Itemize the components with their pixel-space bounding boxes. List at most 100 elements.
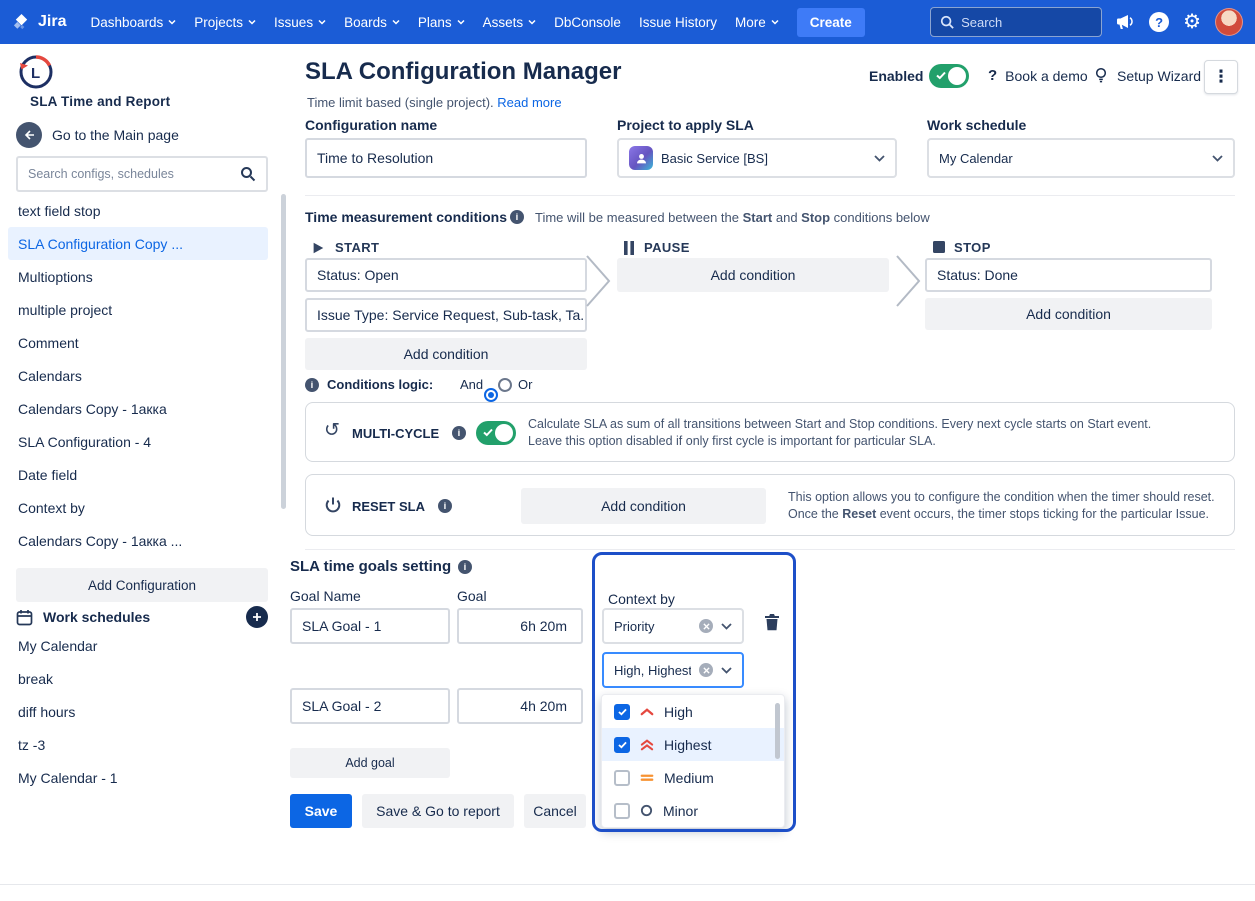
priority-highest-icon xyxy=(640,739,654,751)
config-item[interactable]: text field stop xyxy=(8,194,268,227)
checkbox-unchecked[interactable] xyxy=(614,770,630,786)
nav-item-more[interactable]: More xyxy=(727,9,787,36)
schedule-select-value: My Calendar xyxy=(939,151,1204,166)
sidebar-search[interactable] xyxy=(16,156,268,192)
nav-item-issue-history[interactable]: Issue History xyxy=(631,9,725,36)
config-item[interactable]: Calendars Copy - 1акка xyxy=(8,392,268,425)
info-icon[interactable]: i xyxy=(458,560,472,574)
announcements-icon[interactable] xyxy=(1116,14,1135,31)
user-avatar[interactable] xyxy=(1215,8,1243,36)
page-subtitle: Time limit based (single project). Read … xyxy=(307,95,562,110)
config-item[interactable]: multiple project xyxy=(8,293,268,326)
lightbulb-icon xyxy=(1093,67,1109,84)
save-and-go-button[interactable]: Save & Go to report xyxy=(362,794,514,828)
config-item[interactable]: Context by xyxy=(8,491,268,524)
goal-value-input[interactable] xyxy=(457,608,583,644)
add-schedule-button[interactable] xyxy=(246,606,268,628)
start-condition-rule[interactable]: Status: Open xyxy=(305,258,587,292)
nav-item-projects[interactable]: Projects xyxy=(186,9,264,36)
global-search-input[interactable] xyxy=(961,15,1081,30)
clear-icon[interactable] xyxy=(699,619,713,633)
nav-item-dbconsole[interactable]: DbConsole xyxy=(546,9,629,36)
pause-add-condition-button[interactable]: Add condition xyxy=(617,258,889,292)
info-icon[interactable]: i xyxy=(452,426,466,440)
power-icon xyxy=(324,496,342,514)
nav-item-boards[interactable]: Boards xyxy=(336,9,408,36)
context-values-select[interactable]: High, Highest xyxy=(602,652,744,688)
clear-icon[interactable] xyxy=(699,663,713,677)
main-content: SLA Configuration Manager Time limit bas… xyxy=(288,44,1255,884)
enabled-toggle[interactable] xyxy=(929,64,969,88)
config-item[interactable]: SLA Configuration - 4 xyxy=(8,425,268,458)
add-configuration-button[interactable]: Add Configuration xyxy=(16,568,268,602)
info-icon[interactable]: i xyxy=(305,378,319,392)
settings-gear-icon[interactable]: ⚙ xyxy=(1183,12,1201,32)
nav-item-plans[interactable]: Plans xyxy=(410,9,473,36)
book-demo-button[interactable]: ? Book a demo xyxy=(988,67,1088,84)
schedule-item[interactable]: diff hours xyxy=(8,695,268,728)
priority-minor-icon xyxy=(640,804,653,817)
enabled-label: Enabled xyxy=(869,68,923,84)
context-field-select[interactable]: Priority xyxy=(602,608,744,644)
schedule-item[interactable]: tz -3 xyxy=(8,728,268,761)
goal-name-input[interactable] xyxy=(290,688,450,724)
config-item[interactable]: Calendars xyxy=(8,359,268,392)
goal-name-input[interactable] xyxy=(290,608,450,644)
config-item[interactable]: Multioptions xyxy=(8,260,268,293)
config-item[interactable]: Date field xyxy=(8,458,268,491)
logic-and-radio[interactable] xyxy=(484,388,498,402)
project-select-value: Basic Service [BS] xyxy=(661,151,866,166)
save-button[interactable]: Save xyxy=(290,794,352,828)
help-icon[interactable]: ? xyxy=(1149,12,1169,32)
schedule-item[interactable]: My Calendar - 1 xyxy=(8,761,268,794)
nav-item-assets[interactable]: Assets xyxy=(475,9,545,36)
read-more-link[interactable]: Read more xyxy=(497,95,561,110)
more-options-button[interactable]: ⋮ xyxy=(1204,60,1238,94)
flow-chevron-separator xyxy=(585,254,611,308)
stop-add-condition-button[interactable]: Add condition xyxy=(925,298,1212,330)
sidebar-search-input[interactable] xyxy=(28,167,232,181)
question-icon: ? xyxy=(988,67,997,84)
goal-value-input[interactable] xyxy=(457,688,583,724)
nav-item-issues[interactable]: Issues xyxy=(266,9,334,36)
dropdown-scrollbar[interactable] xyxy=(775,703,780,759)
start-condition-rule[interactable]: Issue Type: Service Request, Sub-task, T… xyxy=(305,298,587,332)
config-item[interactable]: Calendars Copy - 1акка ... xyxy=(8,524,268,557)
logic-or-radio[interactable] xyxy=(498,378,512,392)
stop-condition-rule[interactable]: Status: Done xyxy=(925,258,1212,292)
schedule-select[interactable]: My Calendar xyxy=(927,138,1235,178)
setup-wizard-button[interactable]: Setup Wizard xyxy=(1093,67,1201,84)
global-search[interactable] xyxy=(930,7,1102,37)
nav-item-dashboards[interactable]: Dashboards xyxy=(82,9,184,36)
start-add-condition-button[interactable]: Add condition xyxy=(305,338,587,370)
cancel-button[interactable]: Cancel xyxy=(524,794,586,828)
multi-cycle-description-line2: Leave this option disabled if only first… xyxy=(528,433,936,449)
checkbox-unchecked[interactable] xyxy=(614,803,630,819)
sidebar-scrollbar[interactable] xyxy=(281,194,286,509)
work-schedules-header: Work schedules xyxy=(16,606,268,628)
schedule-item[interactable]: My Calendar xyxy=(8,629,268,662)
reset-add-condition-button[interactable]: Add condition xyxy=(521,488,766,524)
checkbox-checked[interactable] xyxy=(614,704,630,720)
multi-cycle-toggle[interactable] xyxy=(476,421,516,445)
delete-goal-button[interactable] xyxy=(764,613,780,631)
sidebar: L SLA Time and Report Go to the Main pag… xyxy=(0,44,288,884)
create-button[interactable]: Create xyxy=(797,8,865,37)
info-icon[interactable]: i xyxy=(510,210,524,224)
schedule-item[interactable]: break xyxy=(8,662,268,695)
back-to-main-link[interactable]: Go to the Main page xyxy=(16,122,179,148)
dropdown-option-high[interactable]: High xyxy=(602,695,784,728)
chevron-down-icon xyxy=(457,19,465,25)
dropdown-option-medium[interactable]: Medium xyxy=(602,761,784,794)
checkbox-checked[interactable] xyxy=(614,737,630,753)
priority-dropdown: High Highest Medium Minor xyxy=(601,694,785,828)
add-goal-button[interactable]: Add goal xyxy=(290,748,450,778)
dropdown-option-highest[interactable]: Highest xyxy=(602,728,784,761)
config-item[interactable]: Comment xyxy=(8,326,268,359)
info-icon[interactable]: i xyxy=(438,499,452,513)
jira-brand[interactable]: Jira xyxy=(12,13,66,32)
project-select[interactable]: Basic Service [BS] xyxy=(617,138,897,178)
config-name-input[interactable] xyxy=(305,138,587,178)
dropdown-option-minor[interactable]: Minor xyxy=(602,794,784,827)
config-item-selected[interactable]: SLA Configuration Copy ... xyxy=(8,227,268,260)
